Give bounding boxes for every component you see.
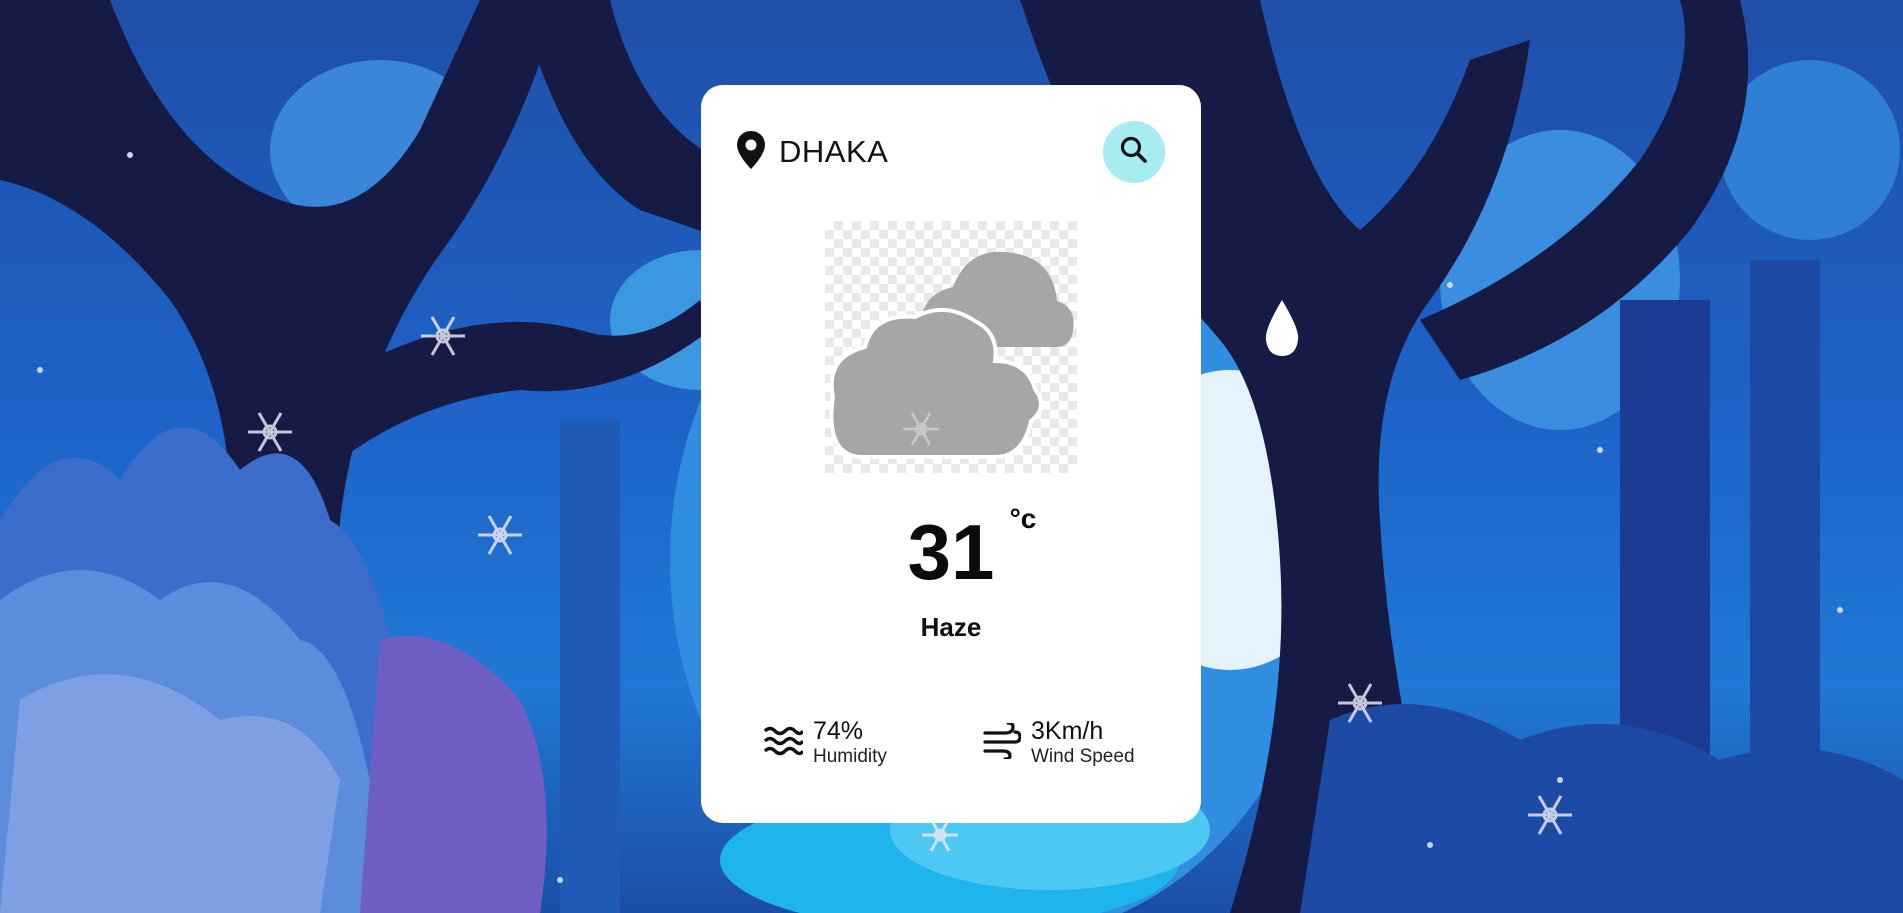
location: DHAKA xyxy=(737,130,889,174)
humidity-text: 74% Humidity xyxy=(813,717,887,768)
wind-label: Wind Speed xyxy=(1031,745,1135,767)
humidity-label: Humidity xyxy=(813,745,887,767)
search-icon xyxy=(1119,135,1149,170)
weather-condition: Haze xyxy=(920,612,982,642)
temperature-unit: °c xyxy=(1009,503,1037,534)
humidity-waves-icon xyxy=(763,724,805,763)
temperature-display: 31 °c xyxy=(701,503,1201,596)
search-button[interactable] xyxy=(1103,121,1165,183)
card-header: DHAKA xyxy=(737,121,1165,183)
wind-text: 3Km/h Wind Speed xyxy=(1031,717,1135,768)
weather-icon-image xyxy=(825,221,1077,473)
wind-value: 3Km/h xyxy=(1031,717,1104,745)
wind-stat: 3Km/h Wind Speed xyxy=(983,717,1135,768)
humidity-stat: 74% Humidity xyxy=(763,717,887,768)
wind-icon xyxy=(983,721,1022,764)
humidity-value: 74% xyxy=(813,717,864,745)
app-background: DHAKA 31 °c Haze 74% Humidity 3Km/h Wind… xyxy=(0,0,1903,913)
location-name: DHAKA xyxy=(779,134,889,169)
map-pin-icon xyxy=(737,130,765,174)
temperature-value: 31 °c xyxy=(907,503,1037,596)
clouds-icon xyxy=(829,251,1074,459)
weather-card: DHAKA 31 °c Haze 74% Humidity 3Km/h Wind… xyxy=(701,85,1201,823)
